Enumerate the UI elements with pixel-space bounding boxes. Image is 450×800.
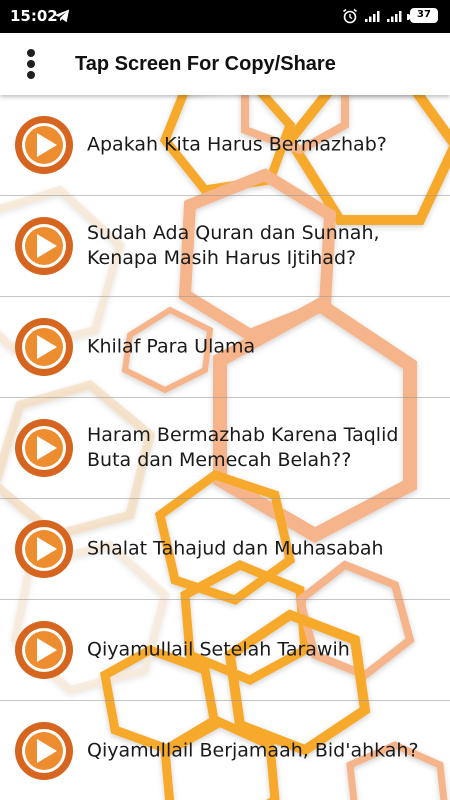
article-list: Apakah Kita Harus Bermazhab? Sudah Ada Q… [0,95,450,800]
play-icon [15,722,73,780]
play-icon [15,318,73,376]
menu-dot [27,49,35,57]
list-item[interactable]: Haram Bermazhab Karena Taqlid Buta dan M… [0,398,450,499]
play-icon [15,621,73,679]
play-icon [15,520,73,578]
page-title: Tap Screen For Copy/Share [75,53,336,75]
list-item[interactable]: Shalat Tahajud dan Muhasabah [0,499,450,600]
signal-icon [387,11,402,22]
play-icon [15,217,73,275]
list-item-title: Qiyamullail Setelah Tarawih [87,638,350,661]
list-item[interactable]: Sudah Ada Quran dan Sunnah, Kenapa Masih… [0,196,450,297]
telegram-icon [54,9,70,23]
play-icon [15,116,73,174]
play-icon [15,419,73,477]
list-item-title: Sudah Ada Quran dan Sunnah, Kenapa Masih… [87,222,380,269]
list-item-title: Apakah Kita Harus Bermazhab? [87,133,387,156]
list-item[interactable]: Apakah Kita Harus Bermazhab? [0,95,450,196]
list-item[interactable]: Qiyamullail Setelah Tarawih [0,600,450,701]
status-bar: 15:02 37 [0,0,450,33]
menu-dot [27,71,35,79]
more-vertical-icon[interactable] [14,46,50,82]
list-item[interactable]: Qiyamullail Berjamaah, Bid'ahkah? [0,701,450,800]
list-item-title: Haram Bermazhab Karena Taqlid Buta dan M… [87,424,399,471]
list-item-title: Shalat Tahajud dan Muhasabah [87,537,384,560]
battery-icon: 37 [407,8,438,23]
list-item[interactable]: Khilaf Para Ulama [0,297,450,398]
list-item-title: Khilaf Para Ulama [87,335,256,358]
status-time: 15:02 [10,7,58,25]
menu-dot [27,60,35,68]
battery-level: 37 [417,9,431,20]
alarm-icon [343,8,357,24]
battery-tip [407,14,410,20]
signal-icon [365,11,380,22]
app-bar: Tap Screen For Copy/Share [0,33,450,95]
list-item-title: Qiyamullail Berjamaah, Bid'ahkah? [87,739,419,762]
